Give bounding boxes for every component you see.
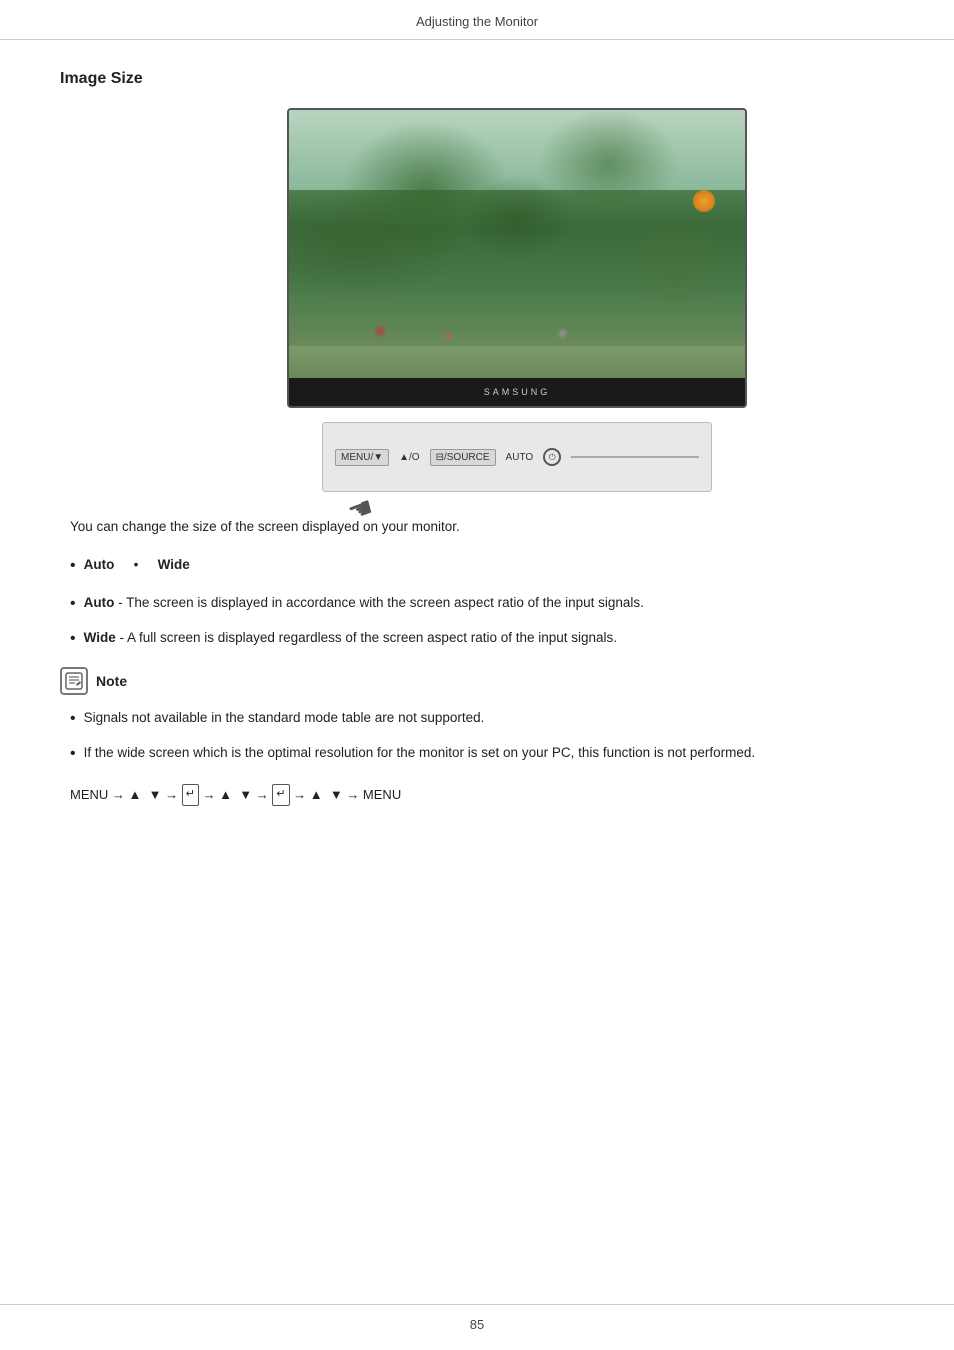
- monitor-scene: [289, 110, 745, 406]
- options-row: Auto • Wide: [70, 554, 894, 579]
- bullet-auto: Auto - The screen is displayed in accord…: [70, 592, 894, 617]
- page-header: Adjusting the Monitor: [0, 0, 954, 40]
- option-wide-label: Wide: [158, 554, 190, 576]
- note-bullet-1: Signals not available in the standard mo…: [70, 707, 894, 732]
- samsung-logo: SAMSUNG: [484, 387, 551, 397]
- auto-desc: - The screen is displayed in accordance …: [118, 595, 644, 610]
- section-title: Image Size: [60, 70, 894, 88]
- bullet-wide-text: Wide - A full screen is displayed regard…: [84, 627, 617, 649]
- auto-bold: Auto: [84, 595, 115, 610]
- note-box: Note: [60, 667, 894, 695]
- enter-icon-1: ↵: [182, 784, 199, 806]
- note-bullet-2: If the wide screen which is the optimal …: [70, 742, 894, 767]
- header-title: Adjusting the Monitor: [416, 14, 538, 29]
- main-content: Image Size SAMSUNG MENU/▼ ▲/O ⊟/SOURCE A…: [0, 40, 954, 866]
- option-separator: •: [122, 554, 149, 576]
- wide-desc: - A full screen is displayed regardless …: [120, 630, 618, 645]
- menu-button[interactable]: MENU/▼: [335, 449, 389, 466]
- bullet-descriptions: Auto - The screen is displayed in accord…: [70, 592, 894, 651]
- monitor-image: SAMSUNG: [287, 108, 747, 408]
- note-text-2: If the wide screen which is the optimal …: [84, 742, 756, 764]
- monitor-image-section: SAMSUNG MENU/▼ ▲/O ⊟/SOURCE AUTO ⏻ ☚: [140, 108, 894, 492]
- control-line: [571, 456, 699, 458]
- monitor-bottom-bar: SAMSUNG: [289, 378, 745, 406]
- source-button[interactable]: ⊟/SOURCE: [430, 449, 496, 466]
- options-list: Auto • Wide: [70, 554, 894, 579]
- auto-label: AUTO: [506, 452, 534, 463]
- bullet-auto-text: Auto - The screen is displayed in accord…: [84, 592, 644, 614]
- note-text-1: Signals not available in the standard mo…: [84, 707, 485, 729]
- page-number: 85: [470, 1317, 484, 1332]
- nav-path: MENU → ▲ ▼ → ↵ → ▲ ▼ → ↵ → ▲ ▼ → MENU: [70, 783, 894, 806]
- wide-bold: Wide: [84, 630, 116, 645]
- control-bar: MENU/▼ ▲/O ⊟/SOURCE AUTO ⏻ ☚: [322, 422, 712, 492]
- enter-icon-2: ↵: [272, 784, 289, 806]
- note-label: Note: [96, 673, 127, 689]
- option-auto-label: Auto: [84, 554, 115, 576]
- note-icon: [60, 667, 88, 695]
- note-bullets: Signals not available in the standard mo…: [70, 707, 894, 766]
- ctrl-separator1: ▲/O: [399, 452, 419, 463]
- description-text: You can change the size of the screen di…: [70, 516, 894, 538]
- bullet-wide: Wide - A full screen is displayed regard…: [70, 627, 894, 652]
- power-button[interactable]: ⏻: [543, 448, 561, 466]
- page-footer: 85: [0, 1304, 954, 1332]
